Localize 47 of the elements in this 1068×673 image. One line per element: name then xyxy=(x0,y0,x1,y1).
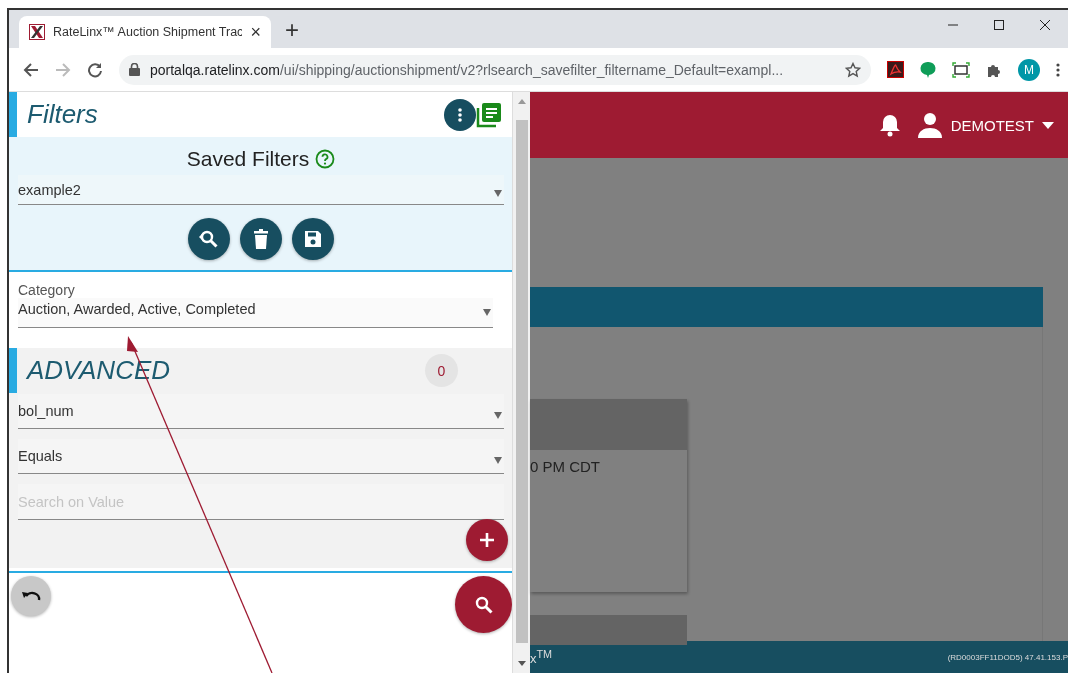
pdf-icon[interactable] xyxy=(887,61,904,78)
footer-brand: x$^{TM}$ xyxy=(530,647,553,667)
lock-icon xyxy=(129,63,140,76)
add-button[interactable] xyxy=(466,519,508,561)
user-menu[interactable]: DEMOTEST xyxy=(916,112,1054,138)
saved-filters-title: Saved Filters xyxy=(186,147,310,171)
trash-icon xyxy=(253,229,269,249)
saved-filter-select[interactable]: example2 xyxy=(18,175,504,205)
browser-tab[interactable]: RateLinx™ Auction Shipment Trac × xyxy=(19,16,271,48)
footer-info: (RD0003FF11DOD5) 47.41.153.P xyxy=(947,652,1068,662)
dropdown-caret-icon xyxy=(494,190,502,197)
dropdown-caret-icon xyxy=(494,456,502,464)
profile-avatar[interactable]: M xyxy=(1018,58,1040,81)
card-time: 0 PM CDT xyxy=(530,457,601,475)
more-button[interactable] xyxy=(444,98,476,131)
reload-icon[interactable] xyxy=(87,61,103,78)
new-tab-button[interactable]: + xyxy=(285,16,299,44)
screen-capture-icon[interactable] xyxy=(952,61,970,78)
logo-icon xyxy=(29,24,45,40)
delete-filter-button[interactable] xyxy=(240,218,282,260)
menu-icon[interactable] xyxy=(1056,61,1060,78)
undo-button[interactable] xyxy=(11,576,51,616)
star-icon[interactable] xyxy=(845,61,861,78)
save-filter-button[interactable] xyxy=(292,218,334,260)
scroll-down-icon[interactable] xyxy=(517,661,526,667)
load-filter-button[interactable] xyxy=(188,218,230,260)
dropdown-caret-icon xyxy=(483,309,491,316)
user-icon xyxy=(916,112,943,138)
help-icon[interactable] xyxy=(315,149,336,169)
dropdown-caret-icon xyxy=(494,411,502,419)
count-badge: 0 xyxy=(425,354,458,387)
list-icon[interactable] xyxy=(476,101,502,128)
chat-bubble-icon[interactable] xyxy=(920,61,936,78)
filters-title: Filters xyxy=(27,99,99,130)
close-tab-button[interactable]: × xyxy=(250,21,261,43)
undo-icon xyxy=(21,589,41,603)
category-select[interactable]: Auction, Awarded, Active, Completed xyxy=(18,298,493,328)
search-button[interactable] xyxy=(455,576,512,633)
bell-icon[interactable] xyxy=(878,113,901,137)
plus-icon xyxy=(479,532,495,548)
address-bar[interactable]: portalqa.ratelinx.com/ui/shipping/auctionshipment/v2?rlsearch_savefilter_filtername_Default=exampl... xyxy=(119,54,871,85)
search-icon xyxy=(473,594,494,615)
scrollbar[interactable] xyxy=(512,92,530,673)
category-label: Category xyxy=(18,282,76,298)
back-icon[interactable] xyxy=(23,61,39,78)
caret-icon xyxy=(1042,121,1054,129)
more-icon xyxy=(458,107,462,122)
